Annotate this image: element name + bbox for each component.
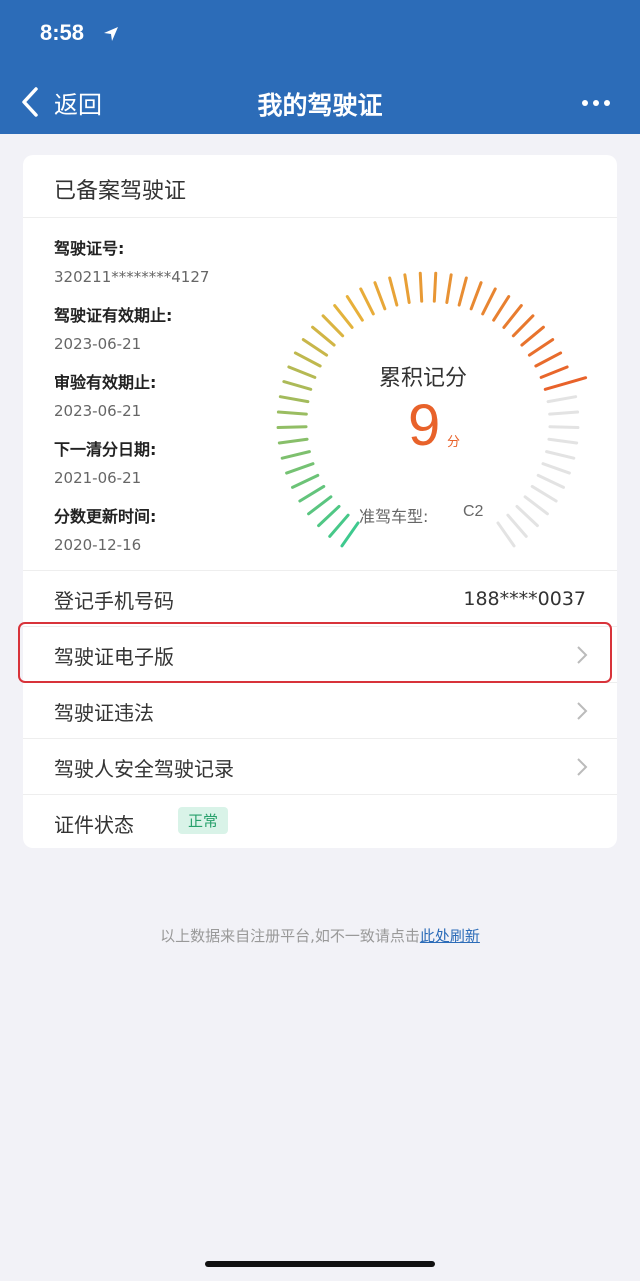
gauge-tick — [520, 325, 545, 347]
nav-header: 8:58 返回 我的驾驶证 — [0, 0, 640, 134]
gauge-tick — [515, 504, 539, 528]
gauge-tick — [432, 271, 438, 303]
gauge-tick — [278, 395, 310, 404]
gauge-tick — [548, 410, 580, 416]
gauge-tick — [506, 513, 528, 538]
gauge-tick — [403, 273, 411, 304]
status-time: 8:58 — [40, 20, 85, 45]
gauge-tick — [311, 325, 336, 347]
car-type-value: C2 — [463, 503, 484, 520]
info-next-clear-date: 下一清分日期: 2021-06-21 — [54, 440, 156, 487]
gauge-tick — [527, 338, 555, 357]
info-license-expiry: 驾驶证有效期止: 2023-06-21 — [54, 306, 172, 353]
info-value: 2023-06-21 — [54, 335, 142, 353]
gauge-tick — [282, 380, 313, 391]
page-title: 我的驾驶证 — [257, 91, 383, 120]
divider — [23, 217, 617, 218]
footer-note-text: 以上数据来自注册平台,如不一致请点击 — [160, 927, 420, 945]
car-type-label: 准驾车型: — [359, 507, 429, 526]
gauge-tick — [547, 437, 579, 445]
chevron-right-icon — [577, 702, 588, 720]
gauge-tick — [469, 281, 483, 311]
gauge-tick — [546, 395, 578, 404]
info-review-expiry: 审验有效期止: 2023-06-21 — [54, 373, 156, 420]
gauge-tick — [321, 314, 345, 338]
gauge-tick — [545, 450, 576, 460]
gauge-tick — [388, 276, 399, 307]
gauge-tick — [502, 304, 523, 329]
info-label: 审验有效期止: — [54, 373, 157, 392]
footer-note: 以上数据来自注册平台,如不一致请点击此处刷新 — [0, 925, 640, 946]
card-title: 已备案驾驶证 — [54, 179, 187, 204]
more-icon[interactable] — [582, 100, 610, 106]
gauge-tick — [291, 473, 320, 489]
gauge-tick — [523, 495, 549, 516]
info-value: 2023-06-21 — [54, 402, 142, 420]
gauge-tick — [298, 484, 326, 503]
violation-row[interactable]: 驾驶证违法 — [23, 682, 617, 739]
gauge-title: 累积记分 — [378, 366, 467, 391]
info-value: 320211********4127 — [54, 268, 210, 286]
refresh-link[interactable]: 此处刷新 — [420, 927, 480, 945]
gauge-tick — [328, 513, 350, 538]
gauge-tick — [496, 521, 516, 548]
phone-row: 登记手机号码 188****0037 — [23, 570, 617, 627]
safety-record-row[interactable]: 驾驶人安全驾驶记录 — [23, 738, 617, 795]
gauge-tick — [317, 504, 341, 528]
location-arrow-icon — [104, 27, 118, 41]
home-indicator — [205, 1261, 435, 1267]
gauge-tick — [359, 287, 375, 316]
highlight-box — [18, 622, 612, 683]
gauge-tick — [481, 287, 497, 316]
gauge-tick — [280, 450, 311, 460]
phone-value: 188****0037 — [463, 588, 586, 610]
chevron-right-icon — [577, 758, 588, 776]
info-license-number: 驾驶证号: 320211********4127 — [54, 239, 209, 286]
gauge-tick — [539, 365, 569, 379]
gauge-tick — [287, 365, 317, 379]
gauge-tick — [492, 295, 511, 322]
gauge-tick — [543, 376, 588, 391]
gauge-tick — [285, 462, 315, 475]
license-card: 已备案驾驶证 驾驶证号: 320211********4127 驾驶证有效期止:… — [23, 155, 617, 848]
gauge-tick — [276, 425, 308, 430]
info-label: 下一清分日期: — [54, 440, 157, 459]
score-unit: 分 — [447, 435, 461, 450]
gauge-tick — [293, 351, 322, 368]
violation-label: 驾驶证违法 — [54, 700, 154, 725]
gauge-tick — [418, 271, 424, 303]
safety-record-label: 驾驶人安全驾驶记录 — [54, 756, 234, 781]
info-label: 分数更新时间: — [54, 507, 157, 526]
phone-label: 登记手机号码 — [54, 588, 174, 613]
gauge-tick — [345, 295, 364, 322]
gauge-tick — [541, 462, 571, 475]
gauge-tick — [548, 425, 580, 430]
gauge-tick — [536, 473, 565, 489]
gauge-tick — [530, 484, 558, 503]
status-row: 证件状态 正常 — [23, 794, 617, 851]
gauge-tick — [307, 495, 333, 516]
gauge-tick — [511, 314, 535, 338]
gauge-tick — [340, 521, 360, 548]
gauge-tick — [373, 281, 387, 311]
status-label: 证件状态 — [54, 812, 134, 837]
info-label: 驾驶证号: — [54, 239, 125, 258]
info-label: 驾驶证有效期止: — [54, 306, 173, 325]
gauge-tick — [534, 351, 563, 368]
gauge-tick — [276, 410, 308, 416]
gauge-tick — [333, 304, 354, 329]
info-value: 2020-12-16 — [54, 536, 142, 554]
gauge-tick — [277, 437, 309, 445]
status-badge: 正常 — [178, 807, 229, 834]
gauge-tick — [445, 273, 453, 304]
info-score-update: 分数更新时间: 2020-12-16 — [54, 507, 156, 554]
gauge-tick — [457, 276, 468, 307]
info-value: 2021-06-21 — [54, 469, 142, 487]
gauge-tick — [301, 338, 329, 357]
score-value: 9 — [408, 393, 441, 458]
